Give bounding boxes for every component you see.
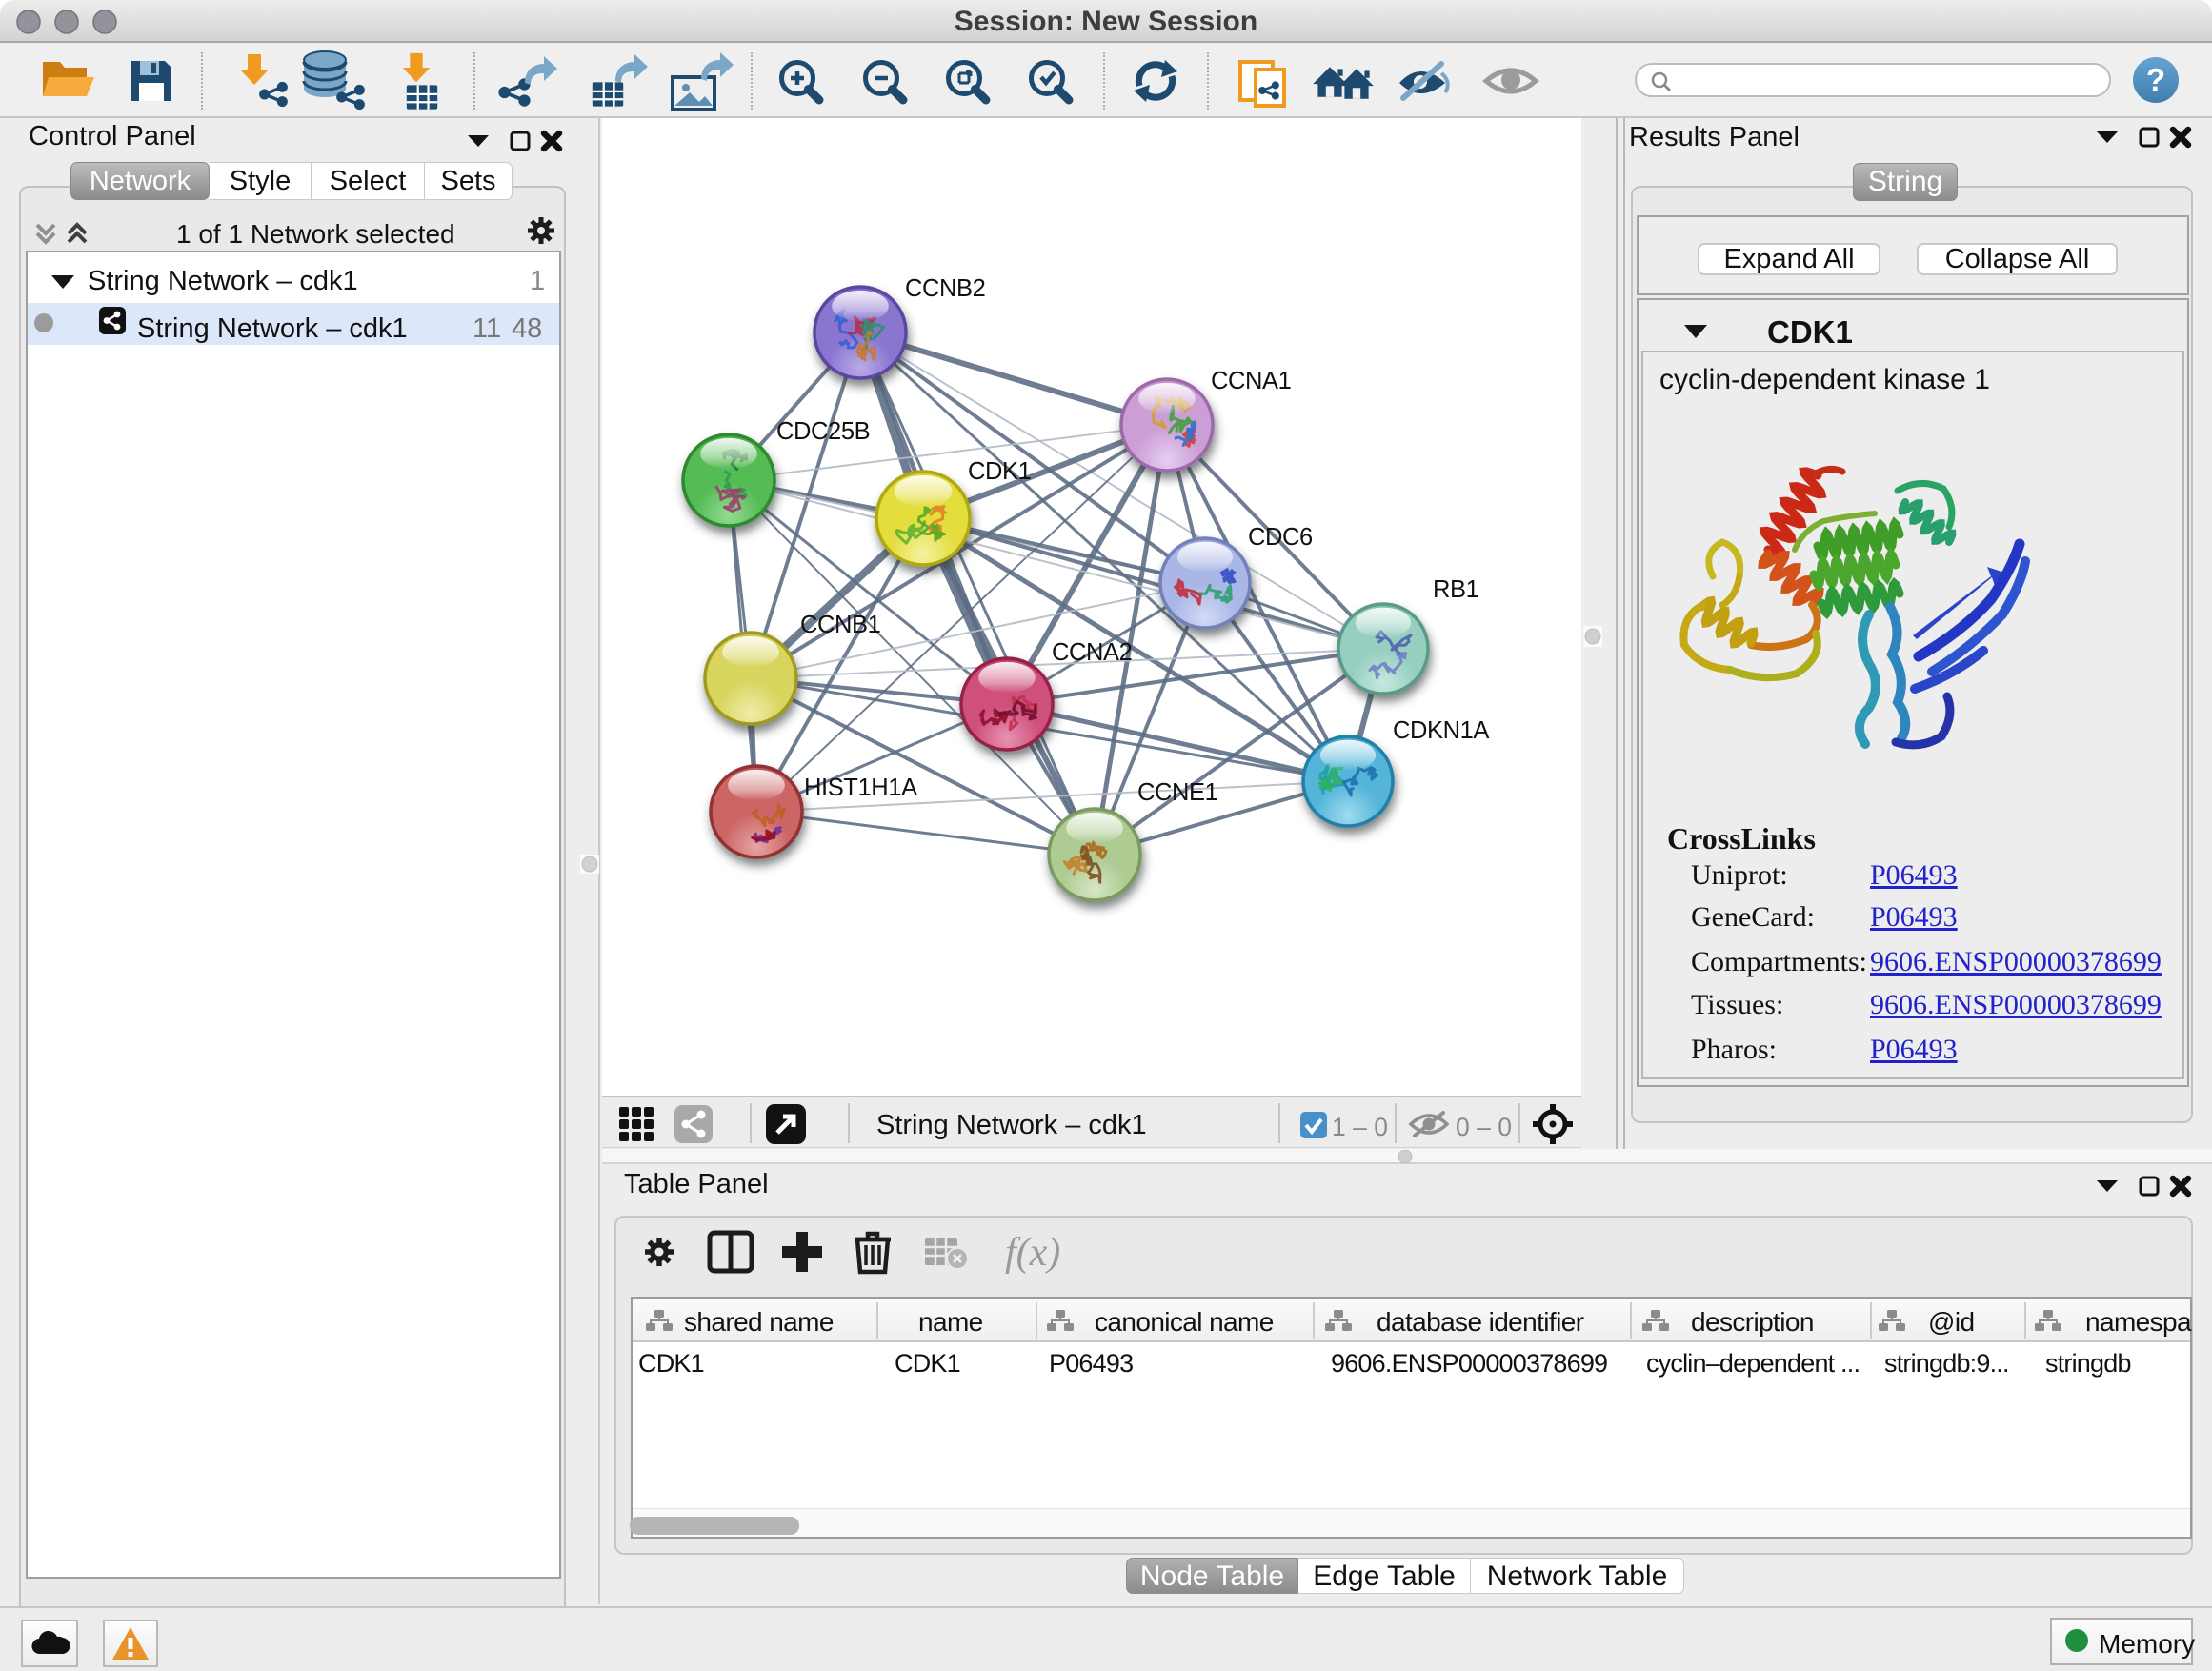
svg-text:HIST1H1A: HIST1H1A — [804, 775, 917, 801]
svg-text:CCNA1: CCNA1 — [1211, 368, 1291, 394]
svg-text:CCNA2: CCNA2 — [1052, 639, 1132, 666]
svg-text:CCNB2: CCNB2 — [905, 275, 985, 302]
svg-text:CCNE1: CCNE1 — [1137, 779, 1217, 806]
svg-text:f(x): f(x) — [1005, 1231, 1060, 1275]
svg-text:CDC6: CDC6 — [1248, 524, 1313, 551]
svg-text:CCNB1: CCNB1 — [800, 612, 880, 638]
svg-text:CDKN1A: CDKN1A — [1393, 717, 1489, 744]
svg-text:CDC25B: CDC25B — [776, 418, 870, 445]
svg-text:RB1: RB1 — [1433, 576, 1478, 603]
svg-text:CDK1: CDK1 — [968, 458, 1031, 485]
